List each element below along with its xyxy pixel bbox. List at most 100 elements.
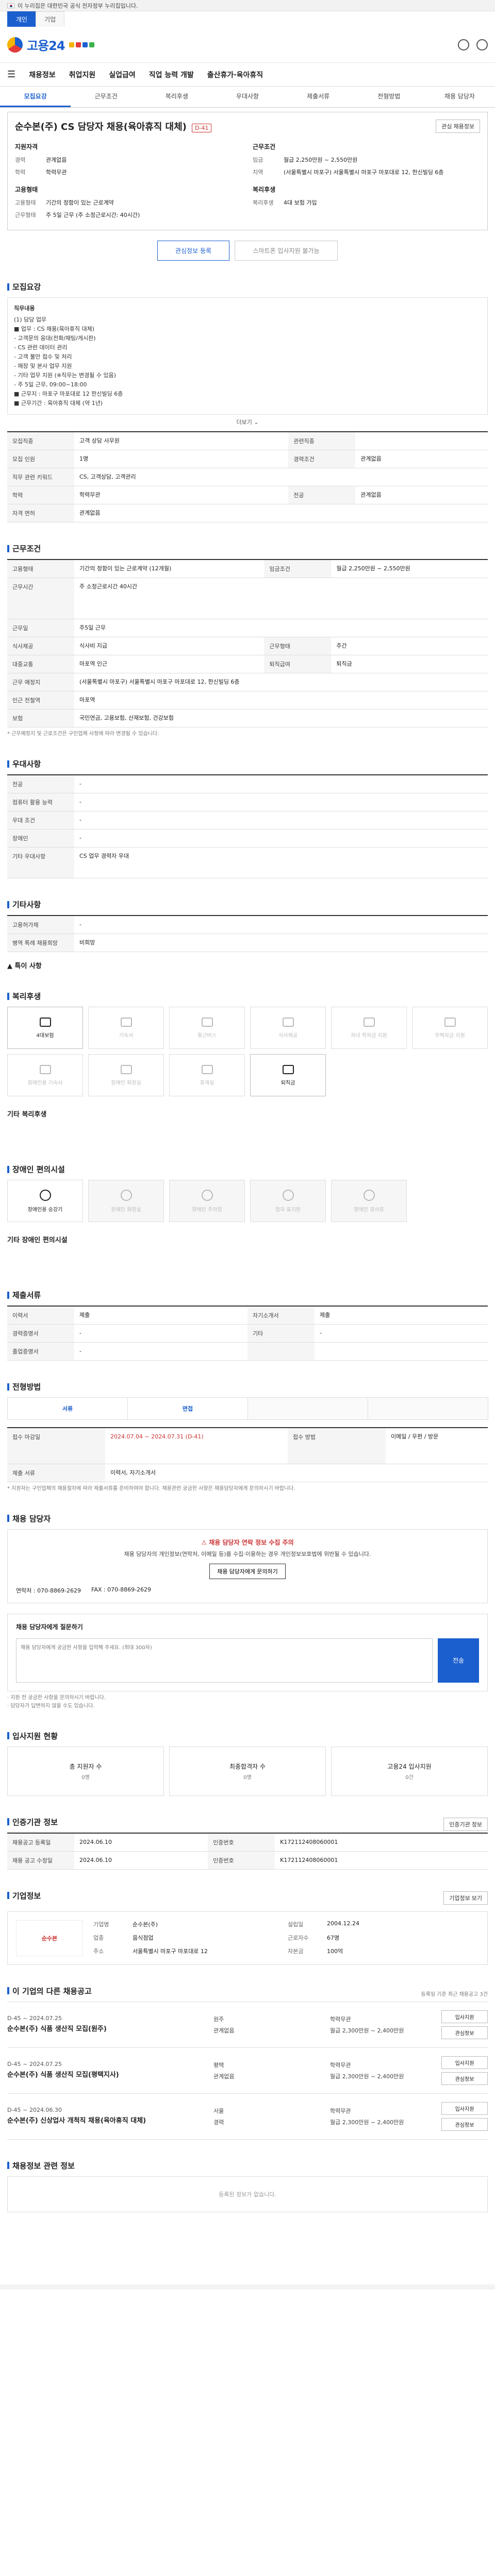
bookmark-button[interactable]: 관심 채용정보 — [436, 120, 480, 133]
job-dday: D-45 ~ 2024.07.25 — [7, 2061, 213, 2067]
duty-line: - 고객 불만 접수 및 처리 — [14, 353, 72, 360]
summary-key: 고용형태 — [15, 199, 36, 206]
mobile-apply-button[interactable]: 스마트폰 입사지원 불가능 — [235, 241, 338, 261]
tab-personal[interactable]: 개인 — [7, 11, 37, 27]
user-icon[interactable] — [476, 39, 488, 50]
disability-section: 장애인 편의시설 장애인용 승강기 장애인 화장실 장애인 주차장 점자 표지판 장애인… — [7, 1164, 488, 1269]
contact-box: ⚠ 채용 담당자 연락 정보 수집 주의 채용 담당자의 개인정보(연락처, 이… — [7, 1529, 488, 1603]
job-title: 순수본(주) CS 담당자 채용(육아휴직 대체) — [15, 122, 187, 132]
job-info: D-45 ~ 2024.06.30 순수본(주) 신상업사 개척직 채용(육아휴직… — [7, 2107, 213, 2126]
nav-item-leave[interactable]: 출산휴가·육아휴직 — [207, 70, 263, 80]
tab-prefer[interactable]: 우대사항 — [212, 87, 283, 107]
add-interest-button[interactable]: 관심정보 등록 — [157, 241, 229, 261]
job-link[interactable]: 순수본(주) 신상업사 개척직 채용(육아휴직 대체) — [7, 2116, 213, 2126]
welfare-icon — [39, 1017, 51, 1027]
interest-button[interactable]: 관심정보 — [441, 2026, 488, 2039]
summary-key: 경력 — [15, 157, 26, 163]
nav-item-training[interactable]: 직업 능력 개발 — [149, 70, 194, 80]
job-period: ~ 2024.07.25 — [23, 2061, 62, 2067]
summary-heading: 복리후생 — [253, 186, 276, 193]
welfare-icon — [39, 1064, 51, 1074]
tab-method[interactable]: 전형방법 — [354, 87, 424, 107]
cert-info-button[interactable]: 인증기관 정보 — [443, 1818, 488, 1831]
other-jobs-section: 이 기업의 다른 채용공고 등록일 기준 최근 채용공고 3건 D-45 ~ 2… — [7, 1986, 488, 2140]
disability-extra: 기타 장애인 편의시설 — [7, 1236, 68, 1244]
duty-line: ■ 업무 : CS 채용(육아휴직 대체) — [14, 326, 95, 332]
dday-badge: D-41 — [192, 124, 212, 132]
tab-recruit[interactable]: 모집요강 — [0, 87, 71, 107]
disability-label: 점자 표지판 — [275, 1207, 301, 1213]
list-item[interactable]: D-45 ~ 2024.07.25 순수본(주) 식품 생산직 모집(원주) 원주 학… — [7, 2001, 488, 2047]
phone-value: 070-8869-2629 — [37, 1587, 81, 1594]
apply-button[interactable]: 입사지원 — [441, 2102, 488, 2115]
tab-docs[interactable]: 제출서류 — [283, 87, 354, 107]
welfare-item: 통근버스 — [169, 1007, 245, 1049]
job-link[interactable]: 순수본(주) 식품 생산직 모집(평택지사) — [7, 2071, 213, 2080]
job-career: 관계없음 — [213, 2073, 235, 2080]
recruit-section: 모집요강 직무내용 (1) 담당 업무 ■ 업무 : CS 채용(육아휴직 대체… — [7, 281, 488, 522]
duty-line: - 기타 업무 지원 (※직무는 변경될 수 있음) — [14, 372, 117, 379]
more-button[interactable]: 더보기 ⌄ — [7, 418, 488, 426]
job-dday: D-45 ~ 2024.06.30 — [7, 2107, 213, 2113]
job-education: 학력무관 — [330, 2107, 351, 2114]
job-location: 평택 — [213, 2061, 224, 2069]
job-meta: 평택 학력무관 관계없음 월급 2,300만원 ~ 2,400만원 — [213, 2061, 441, 2080]
interest-button[interactable]: 관심정보 — [441, 2072, 488, 2085]
table-row: 고용허가제 - — [7, 916, 488, 934]
summary-value: 학력무관 — [46, 169, 67, 176]
flag-icon — [7, 3, 14, 8]
list-item[interactable]: D-45 ~ 2024.07.25 순수본(주) 식품 생산직 모집(평택지사) 평… — [7, 2047, 488, 2093]
nav-item-benefits[interactable]: 실업급여 — [109, 70, 136, 80]
apply-button[interactable]: 입사지원 — [441, 2056, 488, 2069]
disability-item: 장애인 경사로 — [331, 1180, 407, 1222]
disability-label: 장애인 경사로 — [354, 1207, 384, 1213]
welfare-label: 주택자금 지원 — [435, 1032, 465, 1039]
cert-table: 채용공고 등록일 2024.06.10 인증번호 K172112408060001 채… — [7, 1832, 488, 1870]
contact-note: · 지원 전 궁금한 사항을 문의하시기 바랍니다. — [7, 1694, 106, 1701]
table-row: 채용 공고 수정일 2024.06.10 인증번호 K172112408060001 — [7, 1851, 488, 1870]
company-info-button[interactable]: 기업정보 보기 — [443, 1891, 488, 1905]
contact-inquiry-button[interactable]: 채용 담당자에게 문의하기 — [209, 1563, 286, 1579]
job-period: ~ 2024.06.30 — [23, 2107, 62, 2113]
nav-item-jobs[interactable]: 채용정보 — [29, 70, 56, 80]
job-info: D-45 ~ 2024.07.25 순수본(주) 식품 생산직 모집(평택지사) — [7, 2061, 213, 2080]
logo-decoration — [69, 42, 94, 47]
welfare-extra: 기타 복리후생 — [7, 1111, 47, 1118]
list-item[interactable]: D-45 ~ 2024.06.30 순수본(주) 신상업사 개척직 채용(육아휴직… — [7, 2093, 488, 2140]
summary-value: 기간의 정함이 있는 근로계약 — [46, 199, 114, 206]
job-pay: 월급 2,300만원 ~ 2,400만원 — [330, 2119, 404, 2126]
welfare-item: 주택자금 지원 — [412, 1007, 488, 1049]
welfare-label: 퇴직금 — [280, 1080, 295, 1086]
apply-button[interactable]: 입사지원 — [441, 2010, 488, 2023]
docs-section: 제출서류 이력서 제출 자기소개서 제출 경력증명서 - 기타 - 졸업증명서 - — [7, 1290, 488, 1361]
logo-text: 고용24 — [27, 39, 65, 53]
header-icons — [458, 39, 488, 50]
menu-icon[interactable]: ☰ — [7, 69, 15, 80]
search-icon[interactable] — [458, 39, 469, 50]
fax-value: 070-8869-2629 — [107, 1586, 152, 1593]
welfare-label: 통근버스 — [197, 1032, 217, 1039]
section-title: 인증기관 정보 — [7, 1817, 58, 1827]
tab-contact[interactable]: 채용 담당자 — [424, 87, 495, 107]
inquiry-textarea[interactable] — [16, 1638, 433, 1683]
tab-welfare[interactable]: 복리후생 — [141, 87, 212, 107]
recruit-table: 모집직종 고객 상담 사무원 관련직종 모집 인원 1명 경력조건 관계없음 직무 관련 … — [7, 431, 488, 522]
logo[interactable]: 고용24 — [7, 36, 94, 54]
duty-line: - 주 5일 근무, 09:00~18:00 — [14, 381, 87, 388]
step-item — [368, 1397, 488, 1420]
welfare-icon — [120, 1017, 132, 1027]
contact-section: 채용 담당자 ⚠ 채용 담당자 연락 정보 수집 주의 채용 담당자의 개인정보… — [7, 1513, 488, 1710]
section-title: 우대사항 — [7, 758, 488, 769]
duty-line: - 매장 및 본사 업무 지원 — [14, 363, 72, 369]
tab-conditions[interactable]: 근무조건 — [71, 87, 141, 107]
summary-key: 학력 — [15, 169, 26, 176]
interest-button[interactable]: 관심정보 — [441, 2117, 488, 2131]
disability-label: 장애인 주차장 — [192, 1207, 222, 1213]
tab-company[interactable]: 기업 — [36, 11, 65, 27]
step-item — [248, 1397, 368, 1420]
job-link[interactable]: 순수본(주) 식품 생산직 모집(원주) — [7, 2025, 213, 2034]
job-pay: 월급 2,300만원 ~ 2,400만원 — [330, 2027, 404, 2034]
nav-item-support[interactable]: 취업지원 — [69, 70, 96, 80]
send-button[interactable]: 전송 — [438, 1638, 479, 1683]
company-key: 주소 — [93, 1947, 104, 1955]
